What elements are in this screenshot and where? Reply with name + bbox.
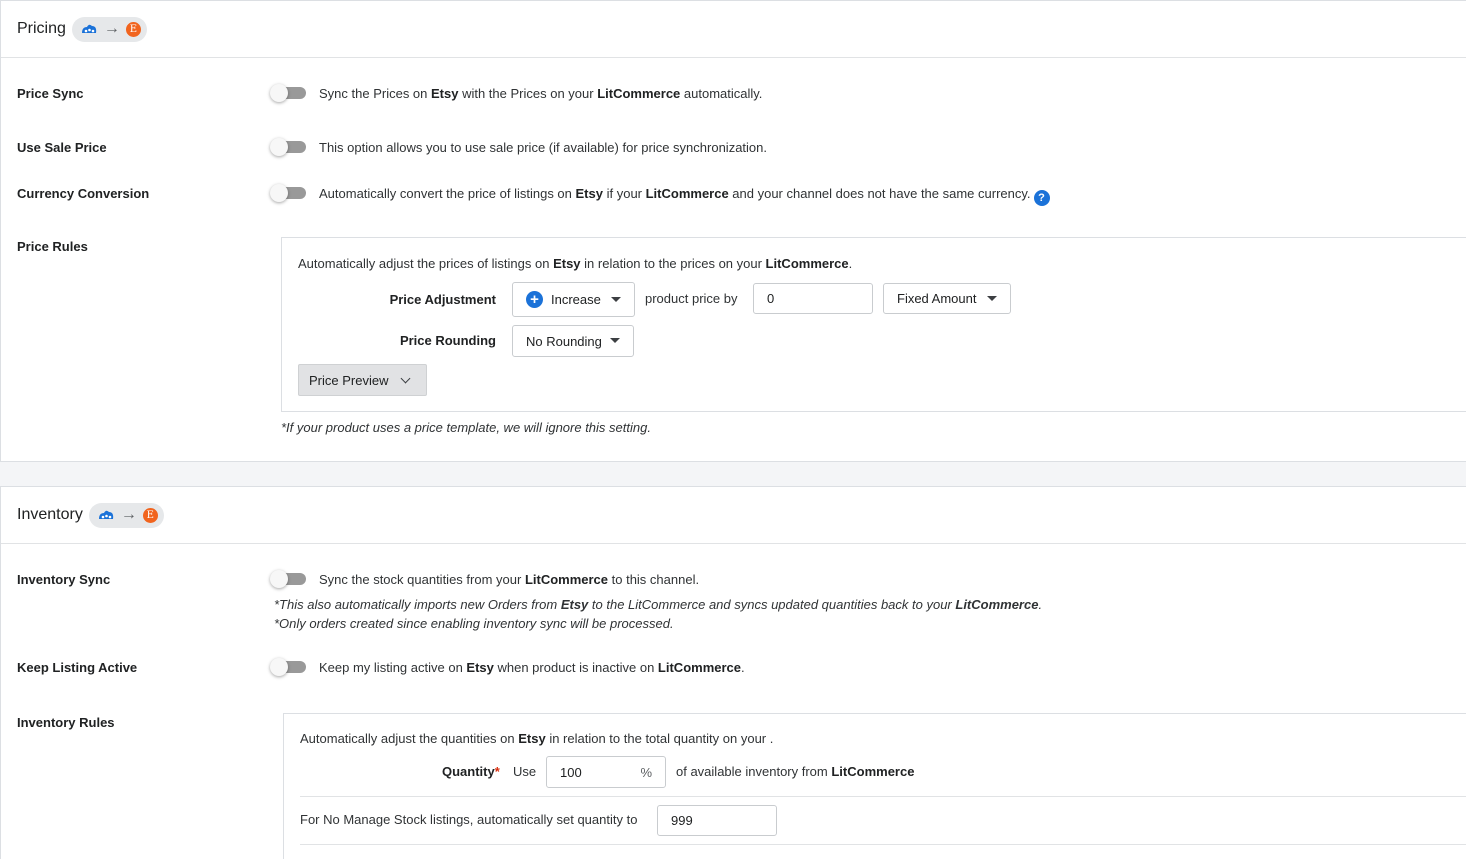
keep-listing-active-description: Keep my listing active on Etsy when prod… xyxy=(319,660,745,675)
inventory-card: Inventory → E Inventory Sync Sync the st… xyxy=(0,486,1466,859)
keep-listing-active-toggle[interactable] xyxy=(270,658,307,676)
use-text: Use xyxy=(513,764,537,779)
product-price-by-text: product price by xyxy=(645,291,738,306)
sync-direction-badge: → E xyxy=(71,16,147,42)
use-sale-price-row: Use Sale Price This option allows you to… xyxy=(17,138,1466,159)
price-adjustment-value: Increase xyxy=(551,292,601,307)
inventory-header: Inventory → E xyxy=(1,487,1466,544)
price-sync-label: Price Sync xyxy=(17,86,84,101)
price-template-footnote: *If your product uses a price template, … xyxy=(281,420,651,435)
etsy-icon: E xyxy=(142,507,158,523)
pricing-title: Pricing xyxy=(17,20,66,37)
price-preview-button[interactable]: Price Preview xyxy=(298,364,427,396)
price-rules-box: Automatically adjust the prices of listi… xyxy=(281,237,1466,412)
caret-down-icon xyxy=(987,296,997,301)
price-rounding-value: No Rounding xyxy=(526,333,602,349)
use-sale-price-description: This option allows you to use sale price… xyxy=(319,140,767,155)
price-preview-label: Price Preview xyxy=(309,372,389,388)
divider xyxy=(300,796,1466,797)
pricing-header: Pricing → E xyxy=(1,1,1466,58)
inventory-sync-toggle[interactable] xyxy=(270,570,307,588)
keep-listing-active-row: Keep Listing Active Keep my listing acti… xyxy=(17,658,1466,679)
currency-conversion-description: Automatically convert the price of listi… xyxy=(319,186,1050,206)
caret-down-icon xyxy=(610,338,620,343)
chevron-down-icon xyxy=(401,373,411,383)
amount-type-select[interactable]: Fixed Amount xyxy=(883,283,1011,314)
price-rules-intro: Automatically adjust the prices of listi… xyxy=(298,256,853,271)
no-manage-stock-text: For No Manage Stock listings, automatica… xyxy=(300,812,638,827)
keep-listing-active-label: Keep Listing Active xyxy=(17,660,138,675)
quantity-percent-input[interactable]: 100 % xyxy=(546,756,666,788)
inventory-rules-intro: Automatically adjust the quantities on E… xyxy=(300,731,774,746)
amount-type-value: Fixed Amount xyxy=(897,291,977,306)
price-adjustment-label: Price Adjustment xyxy=(389,292,496,307)
price-amount-input[interactable]: 0 xyxy=(753,283,873,314)
inventory-sync-note-processing: *Only orders created since enabling inve… xyxy=(274,616,674,631)
inventory-sync-label: Inventory Sync xyxy=(17,572,111,587)
sync-direction-badge: → E xyxy=(88,502,164,528)
inventory-sync-row: Inventory Sync Sync the stock quantities… xyxy=(17,570,1466,631)
price-sync-toggle[interactable] xyxy=(270,84,307,102)
help-icon[interactable]: ? xyxy=(1033,190,1050,206)
inventory-title: Inventory xyxy=(17,506,83,523)
use-sale-price-label: Use Sale Price xyxy=(17,140,107,155)
inventory-sync-description: Sync the stock quantities from your LitC… xyxy=(319,572,700,587)
inventory-rules-box: Automatically adjust the quantities on E… xyxy=(283,713,1466,859)
caret-down-icon xyxy=(611,297,621,302)
currency-conversion-label: Currency Conversion xyxy=(17,186,150,201)
plus-circle-icon: + xyxy=(526,291,543,308)
currency-conversion-toggle[interactable] xyxy=(270,184,307,202)
litcommerce-icon xyxy=(98,510,113,519)
pricing-card: Pricing → E Price Sync Sync the Prices o… xyxy=(0,0,1466,462)
price-sync-description: Sync the Prices on Etsy with the Prices … xyxy=(319,86,763,101)
price-rules-label: Price Rules xyxy=(17,239,88,254)
price-rounding-select[interactable]: No Rounding xyxy=(512,325,634,357)
percent-sign: % xyxy=(640,764,652,780)
etsy-icon: E xyxy=(125,21,141,37)
divider xyxy=(300,844,1466,845)
arrow-right-icon: → xyxy=(103,20,120,37)
use-sale-price-toggle[interactable] xyxy=(270,138,307,156)
price-sync-row: Price Sync Sync the Prices on Etsy with … xyxy=(17,84,1466,105)
price-rounding-label: Price Rounding xyxy=(399,333,496,348)
arrow-right-icon: → xyxy=(120,506,137,523)
no-manage-stock-quantity-input[interactable]: 999 xyxy=(657,805,777,836)
currency-conversion-row: Currency Conversion Automatically conver… xyxy=(17,184,1466,206)
quantity-value: 100 xyxy=(560,764,582,780)
quantity-label: Quantity* xyxy=(442,764,500,779)
available-inventory-text: of available inventory from LitCommerce xyxy=(676,764,915,779)
litcommerce-icon xyxy=(81,24,97,33)
inventory-sync-note-orders: *This also automatically imports new Ord… xyxy=(274,597,1043,612)
price-adjustment-select[interactable]: + Increase xyxy=(512,282,635,317)
inventory-rules-label: Inventory Rules xyxy=(17,715,115,730)
